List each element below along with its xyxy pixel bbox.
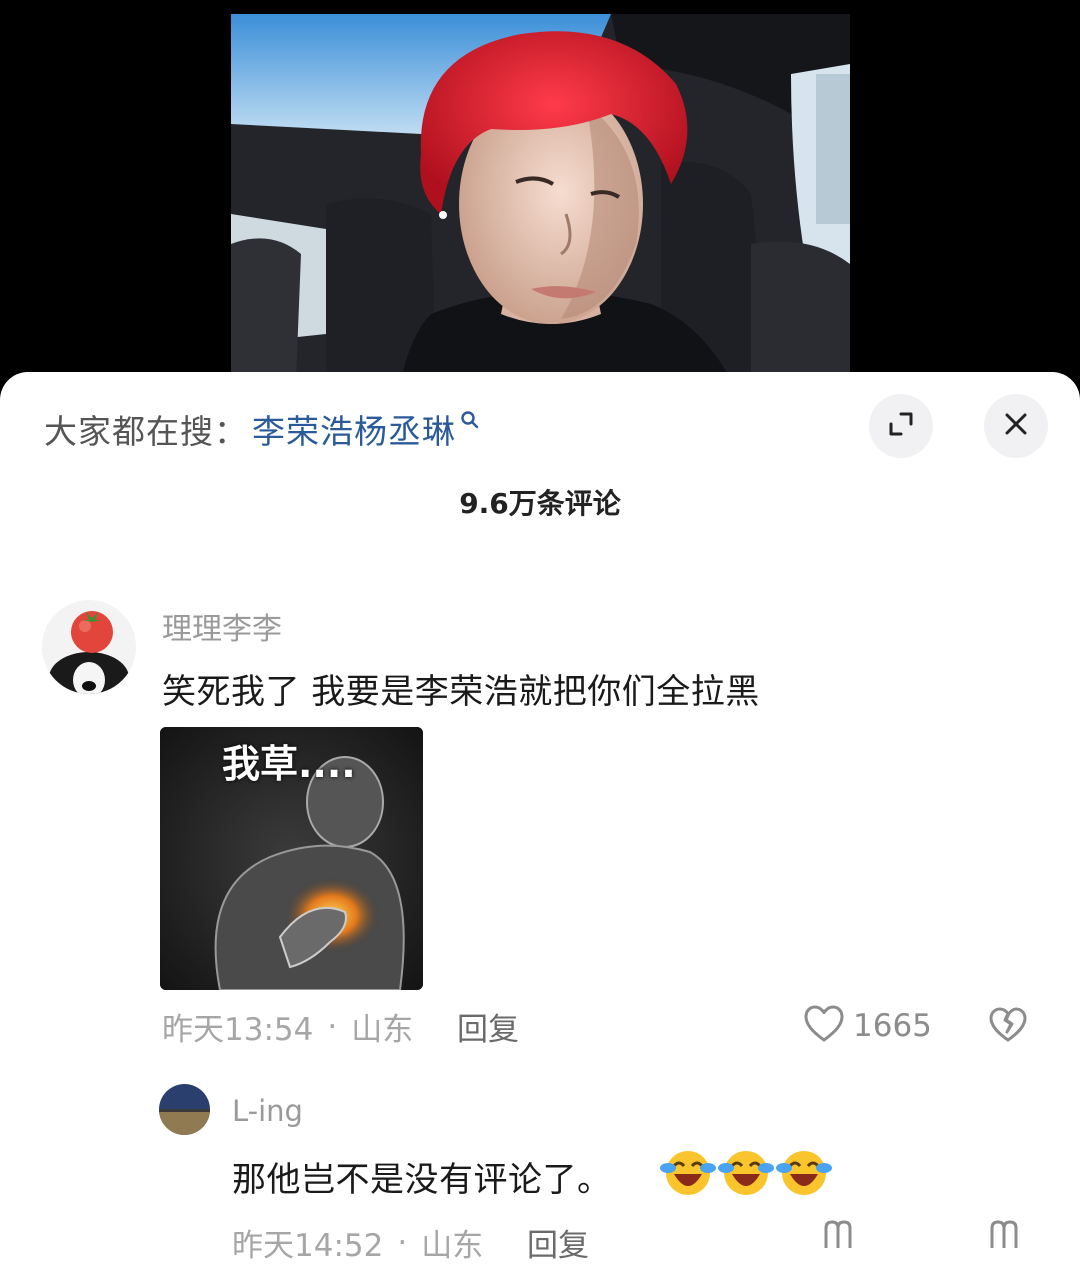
reply-location: 山东 (421, 1228, 484, 1264)
broken-heart-icon (988, 1007, 1028, 1048)
like-count: 1665 (853, 1008, 932, 1044)
close-button[interactable] (984, 394, 1048, 458)
comment-text: 笑死我了 我要是李荣浩就把你们全拉黑 (162, 672, 760, 712)
close-icon (1003, 411, 1029, 441)
reply-time: 昨天14:52 (232, 1228, 384, 1264)
reply-meta: 昨天14:52 · 山东 (232, 1220, 483, 1265)
reply-emoji-row (660, 1146, 834, 1202)
video-player[interactable] (0, 0, 1080, 380)
laughing-crying-face-icon (660, 1146, 718, 1202)
video-frame (231, 14, 850, 380)
dislike-button-partial[interactable] (988, 1218, 1028, 1252)
dislike-button[interactable] (988, 1006, 1028, 1048)
reply-button[interactable]: 回复 (527, 1220, 589, 1265)
comment-meta: 昨天13:54 · 山东 (162, 1004, 413, 1049)
comment-sheet: 大家都在搜： 李荣浩杨丞琳 9.6万条评论 理理李李 笑死我了 我要是李荣浩就把… (0, 372, 1080, 1273)
comment-location: 山东 (351, 1012, 414, 1048)
comment-count: 9.6万条评论 (459, 487, 621, 520)
trending-search-prefix: 大家都在搜： (44, 412, 248, 451)
laughing-crying-face-icon (718, 1146, 776, 1202)
reply-text: 那他岂不是没有评论了。 (232, 1160, 612, 1200)
comment-image[interactable]: 我草.... (160, 727, 423, 990)
like-button[interactable]: 1665 (803, 1004, 932, 1048)
meta-separator: · (327, 1008, 338, 1045)
search-icon[interactable] (460, 410, 480, 434)
heart-icon (803, 1004, 845, 1048)
laughing-crying-face-icon (776, 1146, 834, 1202)
comment-username[interactable]: 理理李李 (162, 604, 282, 648)
reply-username[interactable]: L-ing (232, 1094, 303, 1128)
meta-separator: · (397, 1224, 408, 1261)
avatar[interactable] (42, 600, 136, 694)
reply-button[interactable]: 回复 (457, 1004, 519, 1049)
expand-icon (886, 409, 916, 443)
reply-avatar[interactable] (159, 1084, 210, 1135)
trending-search[interactable]: 大家都在搜： 李荣浩杨丞琳 (44, 402, 480, 456)
comment-time: 昨天13:54 (162, 1012, 314, 1048)
comment-image-caption: 我草.... (222, 742, 356, 786)
trending-search-link[interactable]: 李荣浩杨丞琳 (252, 405, 456, 453)
like-button-partial[interactable] (822, 1218, 862, 1252)
expand-button[interactable] (869, 394, 933, 458)
